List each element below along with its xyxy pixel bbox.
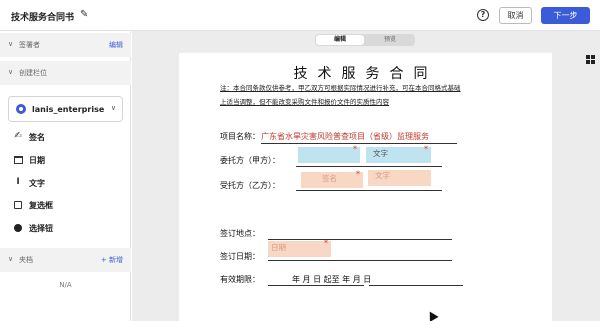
calendar-icon xyxy=(12,154,24,167)
field-label: 选择钮 xyxy=(29,224,53,233)
project-label: 项目名称： xyxy=(220,132,260,141)
validity-label: 有效期限： xyxy=(220,275,260,284)
underline xyxy=(296,166,442,167)
field-label: 文字 xyxy=(29,179,45,188)
grid-icon[interactable] xyxy=(586,55,595,64)
underline xyxy=(296,190,442,191)
create-fields-label: 创建栏位 xyxy=(19,69,47,77)
underline xyxy=(268,239,452,240)
text-field-placeholder[interactable]: 文字 xyxy=(368,170,431,186)
document-canvas[interactable]: 编辑 预览 技术服务合同 注：本合同条款仅供参考，甲乙双方可根据实际情况进行补充… xyxy=(132,31,600,321)
signature-icon: ✍ xyxy=(14,131,22,141)
next-step-button[interactable]: 下一步 xyxy=(541,7,590,24)
field-label: 日期 xyxy=(29,156,45,165)
document-page: 技术服务合同 注：本合同条款仅供参考，甲乙双方可根据实际情况进行补充，可在本合同… xyxy=(179,53,552,321)
underline xyxy=(268,260,452,261)
sidebar: ∨ 签署者 编辑 ∨ 创建栏位 lanis_enterprise ∨ ✍ 签名 … xyxy=(0,31,131,321)
client-label: 委托方（甲方）： xyxy=(220,156,280,165)
text-field-placeholder[interactable]: * xyxy=(298,145,360,163)
signer-select[interactable]: lanis_enterprise ∨ xyxy=(8,96,123,122)
edit-signers-link[interactable]: 编辑 xyxy=(109,40,123,50)
help-icon[interactable]: ? xyxy=(477,9,489,21)
note-line-1: 注：本合同条款仅供参考，甲乙双方可根据实际情况进行补充，可在本合同格式基础 xyxy=(220,84,461,92)
chevron-down-icon: ∨ xyxy=(8,68,14,76)
chevron-down-icon: ∨ xyxy=(110,104,116,112)
signers-label: 签署者 xyxy=(19,41,40,49)
checkbox-icon xyxy=(12,199,24,212)
validity-text: 年 月 日 起至 年 月 日 xyxy=(292,275,372,284)
selected-signer: lanis_enterprise xyxy=(32,105,105,114)
project-value: 广东省水旱灾害风险普查项目（省级）监理服务 xyxy=(261,132,429,141)
underline xyxy=(261,143,457,144)
add-attachment-link[interactable]: + 新增 xyxy=(101,255,123,265)
attachments-label: 夹档 xyxy=(19,256,33,264)
create-fields-section-header[interactable]: ∨ 创建栏位 xyxy=(0,61,131,85)
pencil-icon[interactable]: ✎ xyxy=(80,9,88,20)
attachments-section-header[interactable]: ∨ 夹档 + 新增 xyxy=(0,248,131,272)
tab-edit[interactable]: 编辑 xyxy=(316,35,364,45)
attachments-empty: N/A xyxy=(59,281,72,289)
user-avatar-icon xyxy=(16,104,26,114)
signature-field-placeholder[interactable]: 签名 * xyxy=(301,170,363,188)
chevron-down-icon: ∨ xyxy=(8,255,14,263)
contract-title: 技术服务合同 xyxy=(293,66,438,82)
sign-date-label: 签订日期： xyxy=(220,252,260,261)
signers-section-header[interactable]: ∨ 签署者 编辑 xyxy=(0,33,131,57)
note-line-2: 上适当调整，但不能改变采购文件和报价文件的实质性内容 xyxy=(220,98,389,106)
tab-preview[interactable]: 预览 xyxy=(366,35,414,45)
sign-place-label: 签订地点： xyxy=(220,229,260,238)
date-field-placeholder[interactable]: 日期 * xyxy=(268,239,331,257)
document-title: 技术服务合同书 xyxy=(11,13,75,23)
text-icon: Ⅰ xyxy=(16,177,20,187)
underline xyxy=(268,285,364,286)
cancel-button[interactable]: 取消 xyxy=(499,7,532,24)
top-bar: 技术服务合同书 ✎ ? 取消 下一步 xyxy=(0,0,600,31)
underline xyxy=(369,285,463,286)
view-mode-toggle: 编辑 预览 xyxy=(315,34,415,46)
text-field-placeholder[interactable]: 文字 * xyxy=(366,145,431,163)
contractor-label: 受托方（乙方）： xyxy=(220,181,280,190)
field-label: 复选框 xyxy=(29,201,53,210)
chevron-down-icon: ∨ xyxy=(8,40,14,48)
radio-icon xyxy=(12,222,24,235)
field-label: 签名 xyxy=(29,133,45,142)
